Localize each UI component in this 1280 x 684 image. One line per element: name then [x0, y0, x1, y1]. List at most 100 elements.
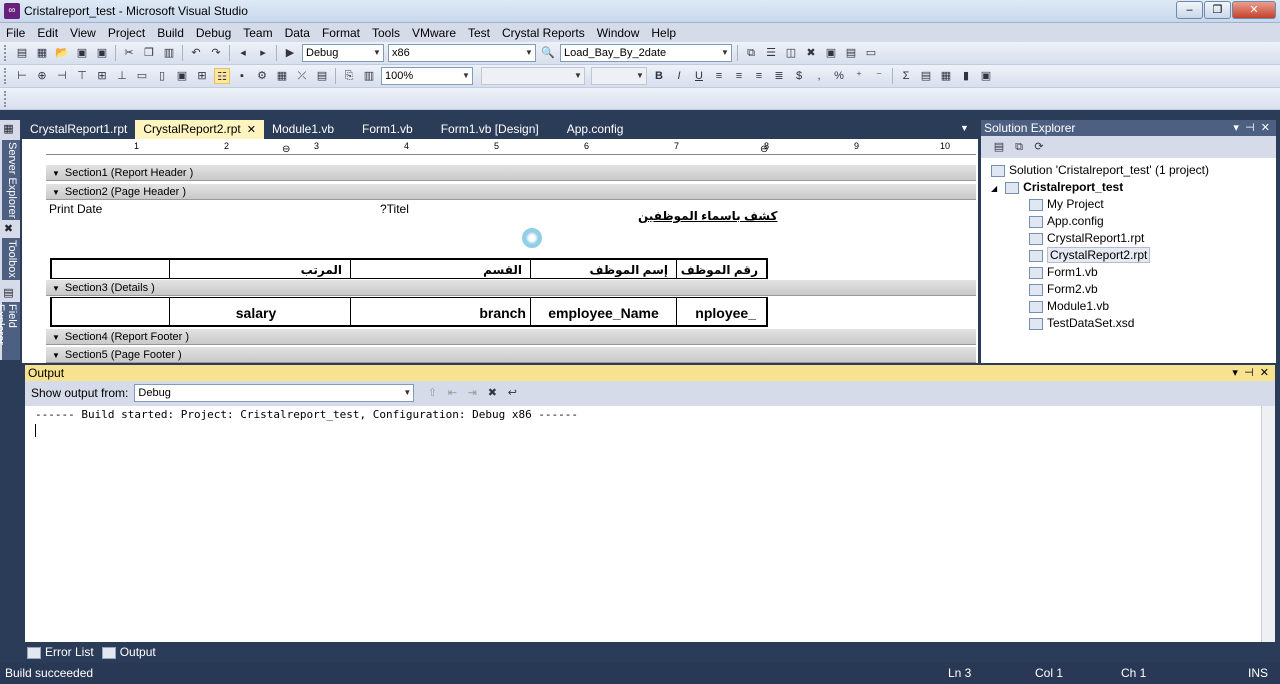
- refresh-icon[interactable]: ⟳: [1031, 139, 1047, 155]
- tree-item-app-config[interactable]: App.config: [981, 213, 1276, 230]
- open-file-icon[interactable]: 📂: [54, 45, 70, 61]
- report-title-field[interactable]: كشف باسماء الموظفين: [638, 209, 777, 223]
- menu-file[interactable]: File: [0, 26, 31, 40]
- menu-crystal-reports[interactable]: Crystal Reports: [496, 26, 591, 40]
- bold-icon[interactable]: B: [651, 68, 667, 84]
- new-project-icon[interactable]: ▤: [14, 45, 30, 61]
- align-top-icon[interactable]: ⊤: [74, 68, 90, 84]
- field-explorer-tab[interactable]: Field Explorer: [0, 302, 20, 360]
- menu-view[interactable]: View: [64, 26, 102, 40]
- expand-triangle-icon[interactable]: ◢: [991, 184, 997, 193]
- command-window-icon[interactable]: ▭: [863, 45, 879, 61]
- align-bottom-icon[interactable]: ⊥: [114, 68, 130, 84]
- group-expert-icon[interactable]: ⚙: [254, 68, 270, 84]
- collapse-triangle-icon[interactable]: ▼: [52, 284, 60, 293]
- collapse-triangle-icon[interactable]: ▼: [52, 169, 60, 178]
- same-size-icon[interactable]: ▣: [174, 68, 190, 84]
- same-height-icon[interactable]: ▯: [154, 68, 170, 84]
- toolbox-icon[interactable]: ✖: [2, 222, 15, 235]
- output-scrollbar[interactable]: [1261, 406, 1275, 642]
- properties-icon[interactable]: ▤: [991, 139, 1007, 155]
- insert-field-icon[interactable]: ▪: [234, 68, 250, 84]
- server-explorer-tab[interactable]: Server Explorer: [2, 140, 20, 221]
- header-name-label[interactable]: إسم الموظف: [531, 260, 677, 278]
- section-report-footer[interactable]: ▼ Section4 (Report Footer ): [46, 328, 976, 345]
- ruler-guide-icon[interactable]: ⊖: [760, 144, 768, 155]
- print-date-field[interactable]: Print Date: [49, 202, 102, 216]
- tab-crystalreport2[interactable]: CrystalReport2.rpt ✕: [135, 120, 264, 139]
- menu-window[interactable]: Window: [591, 26, 646, 40]
- zoom-select[interactable]: 100% ▼: [381, 67, 473, 85]
- text-align-right-icon[interactable]: ≡: [751, 68, 767, 84]
- pin-icon[interactable]: ⊣: [1245, 122, 1255, 134]
- collapse-triangle-icon[interactable]: ▼: [52, 351, 60, 360]
- undo-icon[interactable]: ↶: [188, 45, 204, 61]
- toolbar-grip[interactable]: [4, 68, 8, 84]
- snap-to-grid-icon[interactable]: ☷: [214, 68, 230, 84]
- menu-help[interactable]: Help: [645, 26, 682, 40]
- extension-manager-icon[interactable]: ▤: [843, 45, 859, 61]
- properties-icon[interactable]: ☰: [763, 45, 779, 61]
- insert-group-icon[interactable]: ▤: [918, 68, 934, 84]
- tab-form1-design[interactable]: Form1.vb [Design]: [421, 120, 547, 139]
- word-wrap-icon[interactable]: ↩: [504, 385, 520, 401]
- field-explorer-icon[interactable]: ▤: [2, 286, 15, 299]
- toolbar-grip[interactable]: [4, 90, 8, 107]
- close-icon[interactable]: ✕: [1261, 122, 1270, 134]
- section-expert-icon[interactable]: ▤: [314, 68, 330, 84]
- output-source-select[interactable]: Debug ▼: [134, 384, 415, 402]
- solution-explorer-icon[interactable]: ⧉: [743, 45, 759, 61]
- select-expert-icon[interactable]: ⤫: [294, 68, 310, 84]
- menu-team[interactable]: Team: [237, 26, 278, 40]
- restore-button[interactable]: ❐: [1204, 1, 1231, 19]
- object-browser-icon[interactable]: ◫: [783, 45, 799, 61]
- header-branch-label[interactable]: القسم: [351, 260, 531, 278]
- start-debugging-icon[interactable]: ▶: [282, 45, 298, 61]
- save-all-icon[interactable]: ▣: [94, 45, 110, 61]
- clear-all-icon[interactable]: ✖: [484, 385, 500, 401]
- navigate-back-icon[interactable]: ◂: [235, 45, 251, 61]
- tab-module1[interactable]: Module1.vb: [264, 120, 342, 139]
- tab-error-list[interactable]: Error List: [25, 643, 100, 662]
- tree-item-project[interactable]: ◢ Cristalreport_test: [981, 179, 1276, 196]
- menu-data[interactable]: Data: [279, 26, 316, 40]
- align-middle-icon[interactable]: ⊞: [94, 68, 110, 84]
- menu-build[interactable]: Build: [151, 26, 190, 40]
- close-icon[interactable]: ✕: [1260, 367, 1269, 379]
- tab-output[interactable]: Output: [100, 643, 162, 662]
- dropdown-icon[interactable]: ▾: [1233, 122, 1239, 134]
- tree-item-form2[interactable]: Form2.vb: [981, 281, 1276, 298]
- tree-item-module1[interactable]: Module1.vb: [981, 298, 1276, 315]
- justify-icon[interactable]: ≣: [771, 68, 787, 84]
- menu-edit[interactable]: Edit: [31, 26, 64, 40]
- close-button[interactable]: ✕: [1232, 1, 1276, 19]
- header-salary-label[interactable]: المرتب: [170, 260, 351, 278]
- text-align-center-icon[interactable]: ≡: [731, 68, 747, 84]
- paste-icon[interactable]: ▥: [161, 45, 177, 61]
- cut-icon[interactable]: ✂: [121, 45, 137, 61]
- same-width-icon[interactable]: ▭: [134, 68, 150, 84]
- add-item-icon[interactable]: ▦: [34, 45, 50, 61]
- close-icon[interactable]: ✕: [247, 124, 256, 136]
- tab-app-config[interactable]: App.config: [547, 120, 632, 139]
- section-details[interactable]: ▼ Section3 (Details ): [46, 279, 976, 296]
- tree-item-form1[interactable]: Form1.vb: [981, 264, 1276, 281]
- tab-crystalreport1[interactable]: CrystalReport1.rpt: [22, 120, 135, 139]
- pin-icon[interactable]: ⊣: [1244, 367, 1254, 379]
- next-message-icon[interactable]: ⇥: [464, 385, 480, 401]
- insert-map-icon[interactable]: ▣: [978, 68, 994, 84]
- copy-icon[interactable]: ❐: [141, 45, 157, 61]
- align-center-icon[interactable]: ⊕: [34, 68, 50, 84]
- tree-item-crystalreport2[interactable]: CrystalReport2.rpt: [981, 247, 1276, 264]
- salary-field[interactable]: salary: [170, 298, 351, 325]
- font-name-select[interactable]: ▼: [481, 67, 585, 85]
- increase-decimals-icon[interactable]: ⁺: [851, 68, 867, 84]
- tab-dropdown-icon[interactable]: ▼: [960, 123, 969, 133]
- insert-cross-tab-icon[interactable]: ▦: [938, 68, 954, 84]
- insert-summary-icon[interactable]: Σ: [898, 68, 914, 84]
- find-combo[interactable]: Load_Bay_By_2date ▼: [560, 44, 732, 62]
- find-message-icon[interactable]: ⇧: [424, 385, 440, 401]
- thousands-separator-icon[interactable]: ,: [811, 68, 827, 84]
- minimize-button[interactable]: –: [1176, 1, 1203, 19]
- employee-name-field[interactable]: employee_Name: [531, 298, 677, 325]
